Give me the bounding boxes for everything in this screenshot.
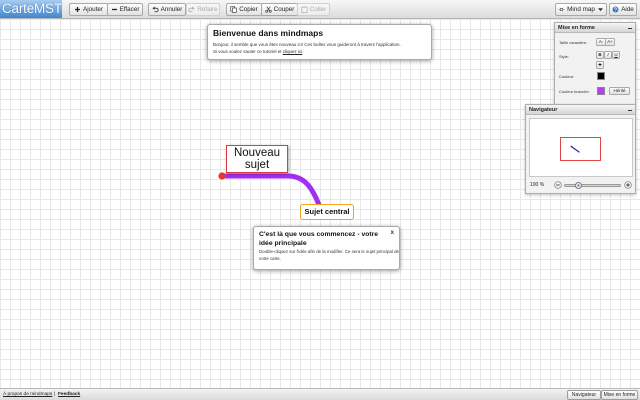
welcome-title: Bienvenue dans mindmaps bbox=[213, 28, 324, 38]
footer-bar: À propos de mindmaps | Feedback Navigate… bbox=[0, 388, 640, 400]
zoom-level-text: 100 % bbox=[530, 182, 545, 188]
close-bubble-button[interactable]: x bbox=[391, 230, 394, 237]
minimap-node bbox=[570, 145, 573, 148]
delete-button-label: Effacer bbox=[119, 6, 140, 13]
app-window: Nouveau sujet Sujet central Bienvenue da… bbox=[0, 0, 640, 400]
minimap-branch bbox=[571, 146, 580, 153]
strikethrough-button[interactable]: S bbox=[596, 61, 604, 69]
about-link[interactable]: À propos de mindmaps bbox=[3, 392, 52, 398]
minimap[interactable] bbox=[529, 118, 633, 177]
minimap-drawing bbox=[560, 137, 601, 161]
undo-button-label: Annuler bbox=[160, 6, 183, 13]
help-button-label: Aide bbox=[621, 6, 634, 13]
navigator-panel-title: Navigateur bbox=[529, 107, 558, 113]
underline-button[interactable]: U bbox=[612, 51, 620, 59]
footer-separator: | bbox=[54, 392, 56, 397]
welcome-bubble: Bienvenue dans mindmaps Bonjour, il semb… bbox=[207, 24, 432, 60]
tutorial-title: C'est là que vous commencez - votre idée… bbox=[259, 231, 379, 247]
inherit-color-button[interactable]: Hérité bbox=[609, 87, 630, 95]
plus-icon bbox=[75, 7, 80, 12]
copy-button[interactable]: Copier bbox=[226, 3, 262, 16]
increase-font-button[interactable]: A+ bbox=[605, 38, 615, 46]
paste-icon bbox=[301, 6, 308, 13]
paste-button-label: Coller bbox=[309, 6, 327, 13]
mindmap-menu-button[interactable]: Mind map bbox=[555, 3, 607, 16]
font-size-label: Taille caractère: bbox=[559, 40, 588, 45]
copy-button-label: Copier bbox=[239, 6, 258, 13]
welcome-text-line2: Si vous voulez sauter ce tutoriel et cli… bbox=[213, 49, 304, 55]
branch-color-swatch[interactable] bbox=[597, 87, 605, 95]
font-color-label: Couleur: bbox=[559, 74, 575, 79]
cut-button[interactable]: Couper bbox=[261, 3, 298, 16]
bold-button[interactable]: B bbox=[596, 51, 604, 59]
help-icon bbox=[612, 6, 619, 13]
node-central-topic[interactable]: Sujet central bbox=[300, 204, 354, 220]
help-button[interactable]: Aide bbox=[609, 3, 637, 16]
zoom-out-icon[interactable] bbox=[554, 181, 562, 189]
navigator-panel-header[interactable]: Navigateur bbox=[526, 105, 635, 115]
minimize-icon[interactable] bbox=[626, 106, 634, 114]
zoom-in-icon[interactable] bbox=[624, 181, 632, 189]
format-panel: Mise en forme Taille caractère: A- A+ St… bbox=[554, 22, 636, 105]
cut-button-label: Couper bbox=[273, 6, 295, 13]
app-logo: CarteMST bbox=[0, 0, 62, 18]
add-button[interactable]: Ajouter bbox=[69, 3, 108, 16]
welcome-text-line1: Bonjour, il semble que vous êtes nouveau… bbox=[213, 42, 401, 47]
navigator-panel: Navigateur 100 % bbox=[525, 104, 636, 194]
paste-button[interactable]: Coller bbox=[297, 3, 330, 16]
tutorial-body: Double-cliquez sur l'idée afin de la mod… bbox=[259, 249, 399, 261]
feedback-link[interactable]: Feedback bbox=[58, 392, 80, 398]
style-label: Style: bbox=[559, 54, 570, 59]
delete-button[interactable]: Effacer bbox=[107, 3, 143, 16]
tutorial-bubble: C'est là que vous commencez - votre idée… bbox=[253, 226, 400, 270]
font-color-swatch[interactable] bbox=[597, 72, 605, 80]
format-panel-header[interactable]: Mise en forme bbox=[555, 23, 635, 33]
toggle-format-button[interactable]: Mise en forme bbox=[601, 390, 638, 400]
italic-button[interactable]: I bbox=[604, 51, 612, 59]
welcome-text-prefix: Si vous voulez sauter ce tutoriel et bbox=[213, 49, 283, 54]
minimap-viewport[interactable] bbox=[560, 137, 601, 161]
node-new-topic[interactable]: Nouveau sujet bbox=[226, 145, 288, 173]
undo-button[interactable]: Annuler bbox=[148, 3, 186, 16]
mindmap-menu-label: Mind map bbox=[567, 6, 595, 13]
skip-tutorial-link[interactable]: cliquez ici bbox=[283, 49, 303, 54]
redo-button-label: Refaire bbox=[197, 6, 218, 13]
add-button-label: Ajouter bbox=[83, 6, 103, 13]
zoom-slider-handle[interactable] bbox=[574, 181, 582, 189]
toolbar: CarteMST Ajouter Effacer Annuler Refaire… bbox=[0, 0, 640, 19]
zoom-slider-track[interactable] bbox=[564, 184, 621, 187]
mindmap-icon bbox=[558, 8, 565, 11]
branch-color-label: Couleur branche: bbox=[559, 89, 590, 94]
copy-icon bbox=[230, 6, 237, 13]
format-panel-title: Mise en forme bbox=[558, 25, 595, 31]
minimize-icon[interactable] bbox=[626, 24, 634, 32]
welcome-text-suffix: . bbox=[302, 49, 304, 54]
chevron-down-icon bbox=[597, 8, 603, 12]
toggle-navigator-button[interactable]: Navigateur bbox=[567, 390, 601, 400]
redo-button[interactable]: Refaire bbox=[186, 3, 220, 16]
scissors-icon bbox=[265, 6, 272, 13]
redo-icon bbox=[188, 6, 195, 13]
minus-icon bbox=[111, 8, 117, 11]
undo-icon bbox=[152, 6, 159, 13]
